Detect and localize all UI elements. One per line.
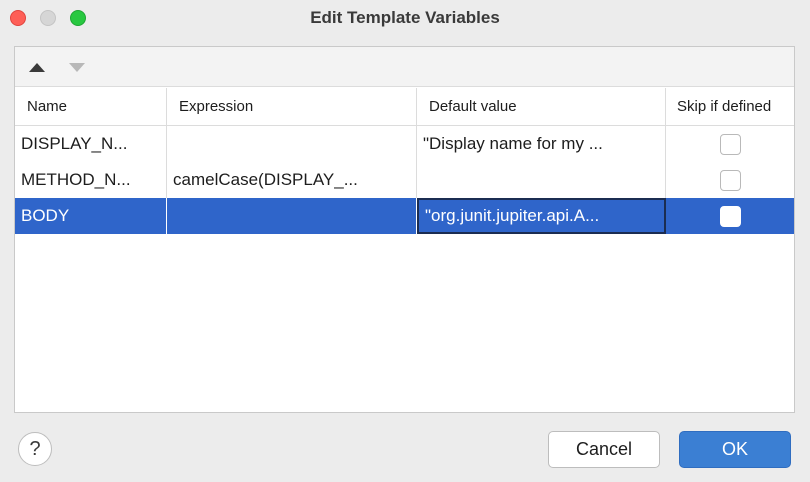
variables-table: Name Expression Default value Skip if de… [15, 88, 794, 234]
skip-if-defined-cell [666, 162, 794, 198]
cancel-button[interactable]: Cancel [548, 431, 660, 468]
default-value-cell[interactable] [417, 162, 666, 198]
expression-cell[interactable] [167, 126, 417, 162]
name-cell[interactable]: METHOD_N... [15, 162, 167, 198]
title-bar: Edit Template Variables [0, 0, 810, 36]
name-cell[interactable]: BODY [15, 198, 167, 234]
expression-cell[interactable]: camelCase(DISPLAY_... [167, 162, 417, 198]
table-row[interactable]: METHOD_N... camelCase(DISPLAY_... [15, 162, 794, 198]
help-button[interactable]: ? [18, 432, 52, 466]
skip-if-defined-checkbox[interactable] [719, 133, 741, 155]
dialog-title: Edit Template Variables [310, 8, 500, 27]
edit-template-variables-dialog: Edit Template Variables Name Expression … [0, 0, 810, 482]
default-value-cell-editing[interactable]: "org.junit.jupiter.api.A... [417, 198, 666, 234]
column-header-name[interactable]: Name [15, 88, 167, 125]
arrow-down-icon [69, 62, 85, 72]
table-row-selected[interactable]: BODY "org.junit.jupiter.api.A... [15, 198, 794, 234]
ok-button[interactable]: OK [679, 431, 791, 468]
default-value-cell[interactable]: "Display name for my ... [417, 126, 666, 162]
name-cell[interactable]: DISPLAY_N... [15, 126, 167, 162]
skip-if-defined-checkbox[interactable] [719, 169, 741, 191]
column-header-default-value[interactable]: Default value [417, 88, 666, 125]
variables-panel: Name Expression Default value Skip if de… [14, 46, 795, 413]
table-toolbar [15, 47, 794, 87]
skip-if-defined-cell [666, 126, 794, 162]
move-down-button[interactable] [66, 59, 88, 75]
skip-if-defined-checkbox[interactable] [719, 205, 741, 227]
column-header-skip-if-defined[interactable]: Skip if defined [666, 88, 794, 125]
expression-cell[interactable] [167, 198, 417, 234]
move-up-button[interactable] [26, 59, 48, 75]
skip-if-defined-cell [666, 198, 794, 234]
column-header-expression[interactable]: Expression [167, 88, 417, 125]
table-row[interactable]: DISPLAY_N... "Display name for my ... [15, 126, 794, 162]
table-header: Name Expression Default value Skip if de… [15, 88, 794, 126]
arrow-up-icon [29, 62, 45, 72]
